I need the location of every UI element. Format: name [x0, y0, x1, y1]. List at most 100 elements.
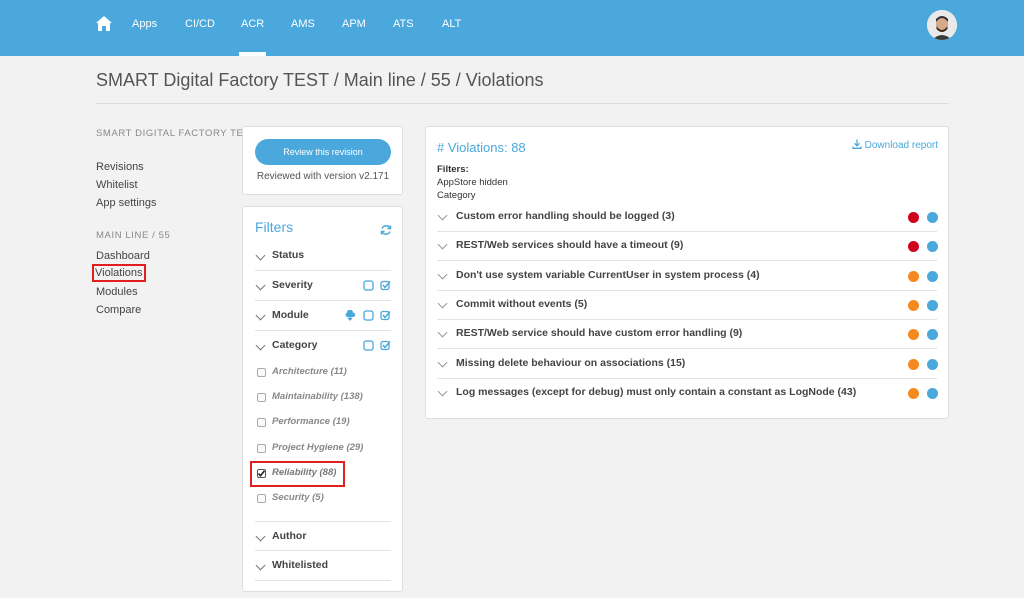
severity-dot [908, 387, 919, 399]
filter-group-label: Category [272, 339, 318, 351]
category-checkbox[interactable] [257, 444, 266, 453]
violations-count-title: # Violations: 88 [437, 140, 526, 155]
select-all-icon[interactable] [380, 310, 391, 321]
chevron-down-icon [437, 386, 448, 397]
sidebar-link-compare[interactable]: Compare [96, 304, 141, 316]
chevron-down-icon [255, 250, 266, 261]
violation-label: REST/Web services should have a timeout … [456, 239, 684, 252]
chevron-down-icon [255, 531, 266, 542]
select-none-icon[interactable] [362, 310, 374, 321]
category-checkbox[interactable] [257, 368, 266, 377]
violation-row[interactable]: Custom error handling should be logged (… [437, 203, 938, 232]
filter-group-label: Whitelisted [272, 559, 329, 571]
nav-ats[interactable]: ATS [393, 18, 414, 30]
chevron-down-icon [437, 357, 448, 367]
download-report-label: Download report [864, 140, 938, 151]
sidebar-link-app-settings[interactable]: App settings [96, 197, 157, 209]
home-icon[interactable] [95, 15, 113, 33]
nav-apps[interactable]: Apps [132, 18, 157, 30]
violation-label: Custom error handling should be logged (… [456, 210, 675, 222]
filters-title: Filters [255, 219, 294, 235]
category-checkbox[interactable] [257, 393, 266, 402]
filter-group-category[interactable]: Category [255, 331, 391, 361]
refresh-icon[interactable] [380, 224, 392, 236]
category-checkbox[interactable] [257, 494, 266, 503]
sidebar-link-revisions[interactable]: Revisions [96, 161, 144, 173]
filter-group-label: Module [272, 309, 309, 321]
sidebar-link-dashboard[interactable]: Dashboard [96, 250, 150, 262]
select-all-icon[interactable] [380, 280, 391, 291]
page-title: SMART Digital Factory TEST / Main line /… [96, 70, 544, 90]
review-version-note: Reviewed with version v2.171 [256, 171, 390, 182]
filter-group-status[interactable]: Status [255, 241, 391, 271]
nav-acr[interactable]: ACR [238, 18, 267, 56]
chevron-down-icon [255, 340, 266, 351]
category-label: Project Hygiene (29) [272, 442, 364, 453]
sidebar-link-whitelist[interactable]: Whitelist [96, 179, 138, 191]
title-divider [96, 103, 949, 104]
category-checkbox[interactable] [257, 418, 266, 427]
violation-row[interactable]: Missing delete behaviour on associations… [437, 350, 938, 379]
chevron-down-icon [437, 269, 448, 280]
chevron-down-icon [437, 239, 448, 250]
violation-label: Don't use system variable CurrentUser in… [456, 268, 760, 281]
violation-row[interactable]: Don't use system variable CurrentUser in… [437, 262, 938, 291]
filter-group-module[interactable]: Module [255, 301, 391, 331]
category-dot [927, 241, 938, 253]
chevron-down-icon [437, 298, 448, 309]
filter-group-label: Author [272, 530, 307, 542]
category-label: Reliability (88) [272, 467, 337, 478]
filter-group-severity[interactable]: Severity [255, 271, 391, 301]
sidebar-link-modules[interactable]: Modules [96, 286, 138, 298]
filter-group-label: Severity [272, 279, 313, 291]
severity-dot [908, 270, 919, 282]
category-dot [927, 329, 938, 341]
user-avatar[interactable] [927, 10, 957, 40]
sidebar-line-heading: MAIN LINE / 55 [96, 230, 171, 241]
filters-label: Filters: [437, 164, 469, 175]
review-revision-button[interactable]: Review this revision [255, 139, 391, 165]
violation-label: Missing delete behaviour on associations… [456, 356, 686, 369]
filter-group-author[interactable]: Author [255, 521, 391, 551]
download-icon [852, 139, 862, 149]
review-card: Review this revision Reviewed with versi… [242, 126, 403, 195]
chevron-down-icon [437, 327, 448, 338]
category-label: Maintainability (138) [272, 391, 363, 402]
category-dot [927, 212, 938, 223]
violation-row[interactable]: REST/Web service should have custom erro… [437, 320, 938, 350]
chevron-down-icon [437, 210, 448, 221]
chevron-down-icon [255, 560, 266, 571]
filters-card: Filters Status Severity Module Category [242, 206, 403, 592]
category-dot [927, 270, 938, 282]
cloud-download-icon[interactable] [344, 310, 356, 321]
nav-apm[interactable]: APM [342, 18, 366, 30]
select-none-icon[interactable] [362, 340, 374, 351]
sidebar-link-violations[interactable]: Violations [92, 264, 146, 282]
chevron-down-icon [255, 280, 266, 291]
filter-group-label: Status [272, 249, 305, 261]
severity-dot [908, 299, 919, 311]
select-none-icon[interactable] [362, 280, 374, 291]
violation-row[interactable]: REST/Web services should have a timeout … [437, 232, 938, 262]
violation-label: REST/Web service should have custom erro… [456, 327, 743, 340]
download-report-link[interactable]: Download report [852, 139, 938, 151]
category-dot [927, 387, 938, 399]
chevron-down-icon [255, 310, 266, 321]
violations-card: # Violations: 88 Download report Filters… [425, 126, 949, 419]
select-all-icon[interactable] [380, 340, 391, 351]
category-label: Performance (19) [272, 416, 350, 427]
nav-alt[interactable]: ALT [442, 18, 461, 30]
violation-row[interactable]: Commit without events (5) [437, 291, 938, 320]
sidebar-app-heading: SMART DIGITAL FACTORY TEST [96, 128, 257, 139]
filter-group-whitelisted[interactable]: Whitelisted [255, 551, 391, 581]
category-checkbox-checked[interactable] [257, 469, 266, 478]
severity-dot [908, 358, 919, 370]
severity-dot [908, 212, 919, 223]
nav-ams[interactable]: AMS [291, 18, 315, 30]
top-navbar: Apps CI/CD ACR AMS APM ATS ALT [0, 0, 1024, 56]
active-filter: Category [437, 190, 476, 201]
nav-cicd[interactable]: CI/CD [185, 18, 215, 30]
violation-label: Commit without events (5) [456, 297, 588, 310]
severity-dot [908, 241, 919, 253]
violation-row[interactable]: Log messages (except for debug) must onl… [437, 379, 938, 408]
